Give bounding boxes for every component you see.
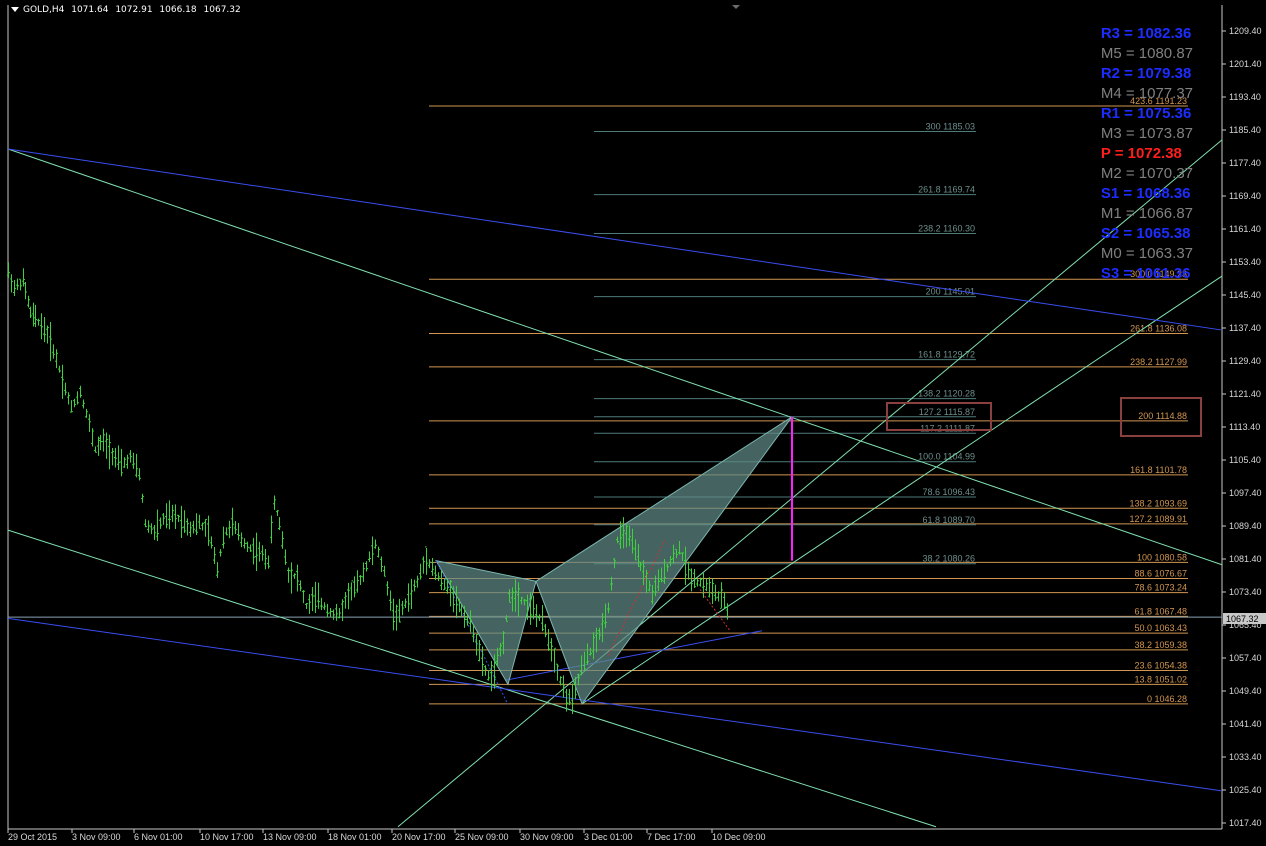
y-tick-label-24: 1017.40: [1229, 818, 1262, 828]
pivot-level-5: M3 = 1073.87: [1100, 125, 1193, 142]
y-tick-label-3: 1185.40: [1229, 125, 1261, 135]
fib-ext-label-6: 127.2 1115.87: [919, 407, 975, 417]
y-tick-label-1: 1201.40: [1229, 59, 1262, 69]
chart-menu-icon[interactable]: [11, 7, 19, 12]
pivot-level-6: P = 1072.38: [1100, 145, 1182, 162]
x-tick-label-11: 10 Dec 09:00: [712, 832, 766, 842]
y-tick-label-2: 1193.40: [1229, 92, 1261, 102]
fib-level-label-9: 88.6 1076.67: [1134, 569, 1187, 579]
pivot-level-4: R1 = 1075.36: [1100, 105, 1192, 122]
pivot-level-7: M2 = 1070.37: [1100, 165, 1193, 182]
x-tick-label-3: 10 Nov 17:00: [200, 832, 254, 842]
x-tick-label-0: 29 Oct 2015: [8, 832, 57, 842]
y-tick-label-20: 1049.40: [1229, 686, 1262, 696]
fib-level-label-3: 238.2 1127.99: [1130, 357, 1187, 367]
time-axis: 29 Oct 2015 3 Nov 09:00 6 Nov 01:00 10 Nov …: [7, 829, 766, 842]
y-tick-label-15: 1089.40: [1229, 521, 1262, 531]
y-tick-label-19: 1057.40: [1229, 653, 1262, 663]
fib-level-label-6: 138.2 1093.69: [1129, 498, 1187, 508]
y-tick-label-12: 1113.40: [1229, 422, 1260, 432]
y-tick-label-6: 1161.40: [1229, 224, 1261, 234]
fib-level-label-12: 50.0 1063.43: [1134, 623, 1187, 633]
fib-ext-label-1: 261.8 1169.74: [918, 185, 975, 195]
pivot-level-9: M1 = 1066.87: [1100, 205, 1193, 222]
pivot-level-2: R2 = 1079.38: [1100, 65, 1192, 82]
x-tick-label-1: 3 Nov 09:00: [72, 832, 121, 842]
y-tick-label-5: 1169.40: [1229, 191, 1261, 201]
channel-line-green-0: [7, 148, 1223, 566]
y-tick-label-17: 1073.40: [1229, 587, 1262, 597]
fib-level-label-8: 100 1080.58: [1137, 552, 1187, 562]
fib-level-label-11: 61.8 1067.48: [1134, 606, 1187, 616]
x-tick-label-7: 25 Nov 09:00: [455, 832, 509, 842]
pivot-level-3: M4 = 1077.37: [1100, 85, 1193, 102]
y-tick-label-8: 1145.40: [1229, 290, 1261, 300]
x-tick-label-10: 7 Dec 17:00: [647, 832, 696, 842]
high-price: 1072.91: [115, 5, 153, 15]
pivot-level-12: S3 = 1061.36: [1100, 265, 1191, 282]
low-price: 1066.18: [159, 5, 197, 15]
fib-ext-label-5: 138.2 1120.28: [918, 389, 975, 399]
fib-ext-label-9: 78.6 1096.43: [922, 487, 975, 497]
pivot-level-11: M0 = 1063.37: [1100, 245, 1193, 262]
x-tick-label-8: 30 Nov 09:00: [520, 832, 574, 842]
pivot-levels-panel: R3 = 1082.36 M5 = 1080.87 R2 = 1079.38 M4 =…: [1101, 24, 1193, 284]
pivot-level-10: S2 = 1065.38: [1100, 225, 1191, 242]
channel-line-green-2: [397, 139, 1223, 828]
channel-line-blue-2: [504, 630, 763, 681]
fib-level-label-10: 78.6 1073.24: [1134, 583, 1187, 593]
x-tick-label-9: 3 Dec 01:00: [584, 832, 633, 842]
fib-ext-label-0: 300 1185.03: [926, 122, 975, 132]
channel-line-blue-0: [7, 148, 1223, 331]
fib-ext-label-10: 61.8 1089.70: [922, 515, 975, 525]
x-tick-label-4: 13 Nov 09:00: [263, 832, 317, 842]
x-tick-label-5: 18 Nov 01:00: [328, 832, 382, 842]
fib-ext-label-4: 161.8 1129.72: [918, 350, 975, 360]
y-tick-label-7: 1153.40: [1229, 257, 1261, 267]
open-price: 1071.64: [71, 5, 109, 15]
fib-level-label-16: 0 1046.28: [1147, 694, 1187, 704]
price-chart[interactable]: 423.6 1191.23300.0 1149.23261.8 1136.082…: [0, 0, 1266, 846]
y-tick-label-14: 1097.40: [1229, 488, 1262, 498]
close-price: 1067.32: [203, 5, 241, 15]
symbol-label: GOLD,H4: [23, 5, 65, 15]
current-price-marker: 1067.32: [1223, 613, 1266, 624]
y-tick-label-4: 1177.40: [1229, 158, 1261, 168]
y-tick-label-21: 1041.40: [1229, 719, 1262, 729]
y-tick-label-22: 1033.40: [1229, 752, 1262, 762]
fib-level-label-5: 161.8 1101.78: [1130, 465, 1187, 475]
fib-level-label-13: 38.2 1059.38: [1134, 640, 1187, 650]
chart-header: GOLD,H4 1071.64 1072.91 1066.18 1067.32: [23, 5, 245, 15]
y-tick-label-23: 1025.40: [1229, 785, 1262, 795]
y-tick-label-9: 1137.40: [1229, 323, 1261, 333]
channel-lines: [7, 139, 1223, 828]
y-tick-label-10: 1129.40: [1229, 356, 1261, 366]
price-axis: 1209.40 1201.40 1193.40 1185.40 1177.40 1169.…: [1222, 26, 1262, 828]
fib-ext-label-7: 117.2 1111.87: [920, 423, 975, 433]
fib-ext-label-2: 238.2 1160.30: [918, 224, 975, 234]
x-tick-label-6: 20 Nov 17:00: [392, 832, 446, 842]
fib-ext-label-11: 38.2 1080.26: [922, 554, 975, 564]
pivot-level-1: M5 = 1080.87: [1100, 45, 1193, 62]
x-tick-label-2: 6 Nov 01:00: [134, 832, 183, 842]
pivot-level-0: R3 = 1082.36: [1100, 25, 1192, 42]
y-tick-label-16: 1081.40: [1229, 554, 1262, 564]
fib-level-label-15: 13.8 1051.02: [1134, 674, 1187, 684]
fib-level-label-14: 23.6 1054.38: [1134, 660, 1187, 670]
chart-shift-marker: [732, 5, 740, 9]
fib-level-label-4: 200 1114.88: [1138, 411, 1187, 421]
pivot-level-8: S1 = 1068.36: [1100, 185, 1191, 202]
fib-level-label-7: 127.2 1089.91: [1129, 514, 1187, 524]
y-tick-label-13: 1105.40: [1229, 455, 1261, 465]
y-tick-label-11: 1121.40: [1229, 389, 1261, 399]
y-tick-label-0: 1209.40: [1229, 26, 1262, 36]
current-price-label: 1067.32: [1226, 614, 1259, 624]
